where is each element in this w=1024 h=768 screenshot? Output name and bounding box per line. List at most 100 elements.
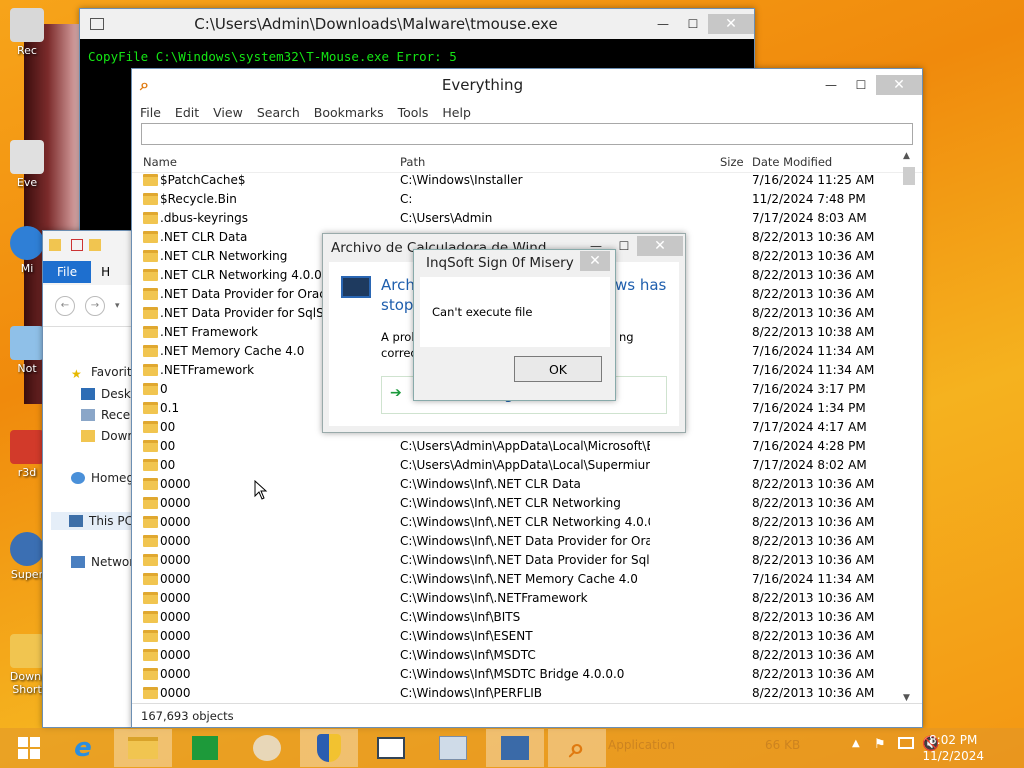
menu-view[interactable]: View bbox=[213, 105, 243, 120]
cell-date: 8/22/2013 10:36 AM bbox=[752, 515, 875, 529]
folder-icon bbox=[143, 212, 158, 224]
taskbar-paint[interactable] bbox=[238, 729, 296, 767]
tree-item-downloads[interactable]: Dowr bbox=[81, 429, 132, 443]
desktop-icon-everything[interactable]: Eve bbox=[4, 140, 50, 189]
explorer-window[interactable]: File H ← → ▾ ★ Favorit Deskt Recer Dowr H… bbox=[42, 230, 136, 728]
column-name[interactable]: Name bbox=[143, 155, 177, 169]
cell-date: 7/17/2024 4:17 AM bbox=[752, 420, 867, 434]
tree-item-this-pc[interactable]: This PC bbox=[51, 512, 135, 530]
everything-titlebar[interactable]: ⌕ Everything — ☐ ✕ bbox=[132, 69, 922, 101]
recycle-bin-icon bbox=[10, 8, 44, 42]
menu-file[interactable]: File bbox=[140, 105, 161, 120]
table-row[interactable]: 0000 C:\Windows\Inf\ESENT 8/22/2013 10:36 … bbox=[132, 627, 900, 646]
menu-edit[interactable]: Edit bbox=[175, 105, 199, 120]
chevron-down-icon[interactable]: ▾ bbox=[115, 301, 120, 311]
tree-item-recent[interactable]: Recer bbox=[81, 408, 135, 422]
new-folder-icon[interactable] bbox=[89, 239, 101, 251]
tree-item-homegroup[interactable]: Homeg bbox=[71, 471, 134, 485]
maximize-button[interactable]: ☐ bbox=[678, 14, 708, 34]
cell-date: 8/22/2013 10:36 AM bbox=[752, 610, 875, 624]
tree-item-desktop[interactable]: Deskt bbox=[81, 387, 136, 401]
cell-name: 0000 bbox=[160, 553, 191, 567]
taskbar-everything[interactable]: ⌕ bbox=[548, 729, 606, 767]
taskbar-file-explorer[interactable] bbox=[114, 729, 172, 767]
mouse-cursor-icon bbox=[254, 480, 268, 500]
minimize-button[interactable]: — bbox=[816, 75, 846, 95]
table-row[interactable]: 0000 C:\Windows\Inf\.NETFramework 8/22/201… bbox=[132, 589, 900, 608]
close-button[interactable]: ✕ bbox=[708, 14, 754, 34]
table-row[interactable]: $PatchCache$ C:\Windows\Installer 7/16/202… bbox=[132, 171, 900, 190]
taskbar-store[interactable] bbox=[176, 729, 234, 767]
folder-icon bbox=[10, 634, 44, 668]
folder-icon bbox=[143, 687, 158, 699]
table-row[interactable]: 0000 C:\Windows\Inf\.NET Memory Cache 4.0… bbox=[132, 570, 900, 589]
cell-date: 8/22/2013 10:36 AM bbox=[752, 268, 875, 282]
table-row[interactable]: 0000 C:\Windows\Inf\.NET CLR Networking 4… bbox=[132, 513, 900, 532]
show-hidden-icons-icon[interactable]: ▲ bbox=[852, 738, 860, 749]
menu-bookmarks[interactable]: Bookmarks bbox=[314, 105, 384, 120]
tree-item-favorites[interactable]: ★ Favorit bbox=[71, 365, 132, 381]
clock-date: 11/2/2024 bbox=[922, 749, 984, 763]
table-row[interactable]: 0000 C:\Windows\Inf\MSDTC 8/22/2013 10:36 … bbox=[132, 646, 900, 665]
table-row[interactable]: 0000 C:\Windows\Inf\.NET CLR Networking 8/… bbox=[132, 494, 900, 513]
tree-item-network[interactable]: Networ bbox=[71, 555, 134, 569]
taskbar-console[interactable] bbox=[362, 729, 420, 767]
table-row[interactable]: 0000 C:\Windows\Inf\.NET CLR Data 8/22/201… bbox=[132, 475, 900, 494]
table-row[interactable]: 0000 C:\Windows\Inf\.NET Data Provider fo… bbox=[132, 551, 900, 570]
minimize-button[interactable]: — bbox=[648, 14, 678, 34]
windows-logo-icon bbox=[18, 737, 40, 759]
table-row[interactable]: 0000 C:\Windows\Inf\MSDTC Bridge 4.0.0.0 8… bbox=[132, 665, 900, 684]
folder-icon[interactable] bbox=[49, 239, 61, 251]
close-button[interactable]: ✕ bbox=[876, 75, 922, 95]
clock[interactable]: 8:02 PM 11/2/2024 bbox=[922, 732, 984, 764]
column-date-modified[interactable]: Date Modified bbox=[752, 155, 832, 169]
scroll-down-icon[interactable]: ▼ bbox=[903, 693, 910, 703]
maximize-button[interactable]: ☐ bbox=[846, 75, 876, 95]
tab-home[interactable]: H bbox=[91, 261, 120, 283]
folder-icon bbox=[143, 345, 158, 357]
cell-name: 0000 bbox=[160, 496, 191, 510]
column-path[interactable]: Path bbox=[400, 155, 425, 169]
cell-date: 8/22/2013 10:36 AM bbox=[752, 686, 875, 700]
scroll-thumb[interactable] bbox=[903, 167, 915, 185]
properties-icon[interactable] bbox=[71, 239, 83, 251]
column-size[interactable]: Size bbox=[720, 155, 744, 169]
downloads-icon bbox=[81, 430, 95, 442]
table-row[interactable]: $Recycle.Bin C: 11/2/2024 7:48 PM bbox=[132, 190, 900, 209]
flag-icon[interactable]: ⚑ bbox=[874, 737, 886, 752]
table-row[interactable]: 0000 C:\Windows\Inf\.NET Data Provider fo… bbox=[132, 532, 900, 551]
tab-file[interactable]: File bbox=[43, 261, 92, 283]
taskbar-security[interactable] bbox=[300, 729, 358, 767]
paint-icon bbox=[253, 735, 281, 761]
taskbar-app[interactable] bbox=[424, 729, 482, 767]
menu-tools[interactable]: Tools bbox=[398, 105, 429, 120]
taskbar-sign-of-misery[interactable] bbox=[486, 729, 544, 767]
network-icon[interactable] bbox=[898, 737, 914, 749]
start-button[interactable] bbox=[0, 729, 58, 767]
taskbar-internet-explorer[interactable]: e bbox=[54, 729, 112, 767]
forward-button[interactable]: → bbox=[85, 295, 105, 316]
menu-help[interactable]: Help bbox=[442, 105, 471, 120]
app-icon bbox=[439, 736, 467, 760]
close-button[interactable]: ✕ bbox=[580, 251, 610, 271]
cell-path: C:\Windows\Inf\PERFLIB bbox=[400, 686, 543, 700]
folder-icon bbox=[143, 592, 158, 604]
table-row[interactable]: 00 C:\Users\Admin\AppData\Local\Supermium… bbox=[132, 456, 900, 475]
table-row[interactable]: 00 C:\Users\Admin\AppData\Local\Microsoft… bbox=[132, 437, 900, 456]
back-button[interactable]: ← bbox=[55, 295, 75, 316]
folder-icon bbox=[143, 573, 158, 585]
close-button[interactable]: ✕ bbox=[637, 236, 683, 256]
table-row[interactable]: 0000 C:\Windows\Inf\PERFLIB 8/22/2013 10:3… bbox=[132, 684, 900, 703]
vertical-scrollbar[interactable]: ▲ ▼ bbox=[901, 151, 917, 703]
search-input[interactable] bbox=[141, 123, 913, 145]
menu-search[interactable]: Search bbox=[257, 105, 300, 120]
desktop-icon-recycle-bin[interactable]: Rec bbox=[4, 8, 50, 57]
table-row[interactable]: 0000 C:\Windows\Inf\BITS 8/22/2013 10:36 A… bbox=[132, 608, 900, 627]
internet-explorer-icon: e bbox=[74, 733, 92, 763]
folder-icon bbox=[143, 174, 158, 186]
scroll-up-icon[interactable]: ▲ bbox=[903, 151, 910, 161]
table-row[interactable]: .dbus-keyrings C:\Users\Admin 7/17/2024 8:… bbox=[132, 209, 900, 228]
ok-button[interactable]: OK bbox=[514, 356, 602, 382]
inqsoft-dialog[interactable]: InqSoft Sign 0f Misery ✕ Can't execute f… bbox=[413, 249, 616, 401]
console-titlebar[interactable]: C:\Users\Admin\Downloads\Malware\tmouse.… bbox=[80, 9, 754, 39]
